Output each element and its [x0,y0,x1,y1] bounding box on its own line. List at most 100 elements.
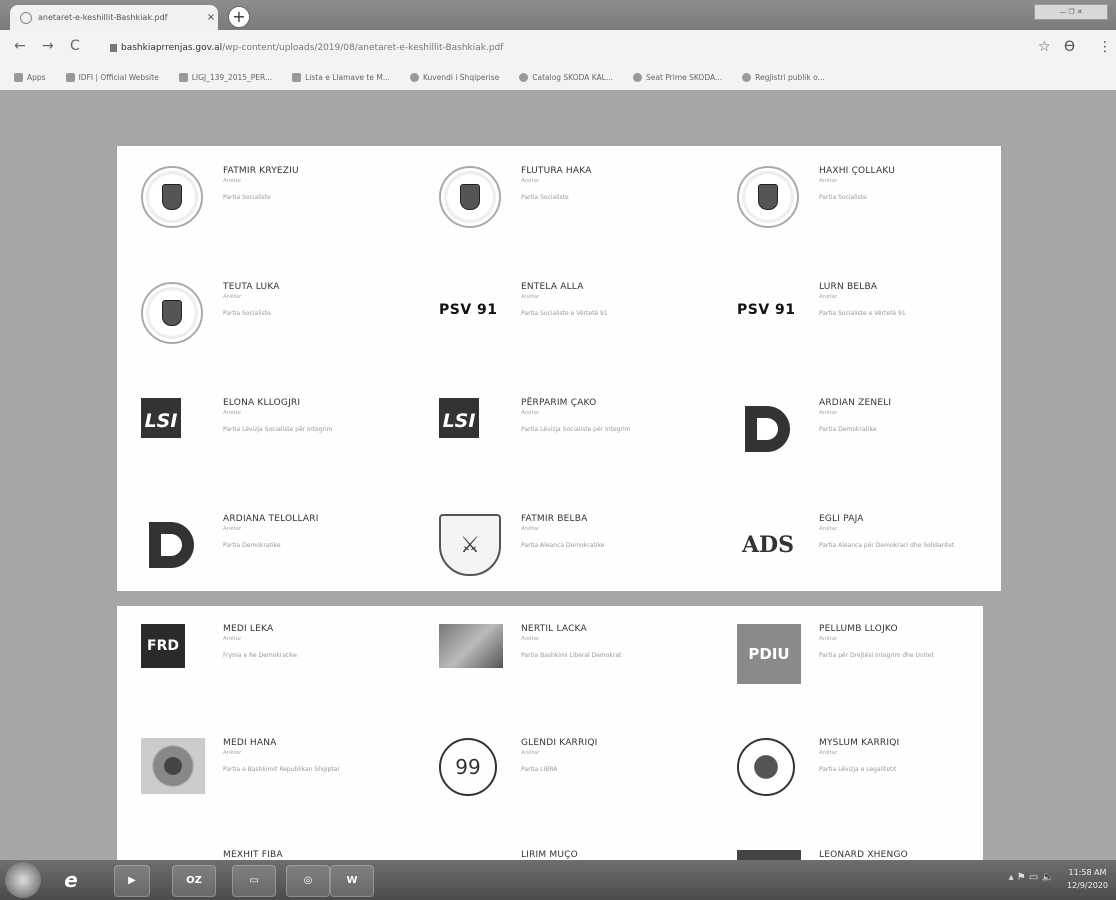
site-icon [519,72,529,82]
document-icon [292,72,302,82]
member-name: NERTIL LACKA [521,624,587,634]
member-name: LIRIM MUÇO [521,850,578,860]
outlook-icon[interactable]: OZ [172,865,216,897]
bookmark-label: Catalog SKODA KAL... [532,72,613,82]
word-icon[interactable]: W [330,865,374,897]
psv91-logo: PSV 91 [439,302,498,318]
internet-explorer-icon[interactable]: e [50,865,92,895]
member-party: Partia Bashkimi Liberal Demokrat [521,652,622,659]
lsi-logo: LSI [141,398,181,438]
party-seal-icon [439,166,501,228]
forward-button[interactable]: → [42,38,54,54]
party-seal-icon [141,282,203,344]
member-name: EGLI PAJA [819,514,864,524]
frd-logo: FRD [141,624,185,668]
member-card: FLUTURA HAKA Anëtar Partia Socialiste [421,166,701,266]
member-name: LURN BELBA [819,282,878,292]
apps-grid-icon [14,72,23,82]
party-seal-icon [141,166,203,228]
member-card: PDIU PELLUMB LLOJKO Anëtar Partia për Dr… [719,624,999,724]
member-name: FATMIR KRYEZIU [223,166,299,176]
member-party: Partia Demokratike [819,426,877,433]
member-role: Anëtar [223,294,242,300]
member-card: MEDI HANA Anëtar Partia e Bashkimit Repu… [123,738,403,838]
party-seal-icon [737,166,799,228]
bookmark-label: Apps [27,72,46,82]
lock-icon [110,43,117,52]
reload-button[interactable]: C [70,38,80,54]
member-role: Anëtar [521,750,540,756]
member-name: MYSLUM KARRIQI [819,738,900,748]
close-tab-icon[interactable]: × [204,12,218,23]
start-button[interactable] [5,862,41,898]
member-name: PËRPARIM ÇAKO [521,398,597,408]
bookmark-ligj[interactable]: LIGJ_139_2015_PER... [178,72,273,82]
member-role: Anëtar [223,178,242,184]
member-role: Anëtar [819,526,838,532]
account-icon[interactable]: ϴ [1064,39,1075,55]
browser-tab[interactable]: anetaret-e-keshillit-Bashkiak.pdf × [10,5,218,30]
ads-logo: ADS [741,532,795,558]
site-icon [410,72,419,82]
system-tray-icons[interactable]: ▴ ⚑ ▭ 🔈 [1009,872,1054,883]
file-explorer-icon[interactable]: ▭ [232,865,276,897]
bookmark-idfi[interactable]: IDFI | Official Website [65,72,159,82]
bookmark-label: LIGJ_139_2015_PER... [191,72,273,82]
pd-logo-icon [149,522,194,568]
bookmark-label: Lista e Llamave te M... [305,72,390,82]
chrome-icon[interactable]: ◎ [286,865,330,897]
member-role: Anëtar [521,526,540,532]
globe-icon [20,11,32,24]
bookmark-seat-skoda[interactable]: Seat Prime SKODA... [633,72,722,82]
clock-date: 12/9/2020 [1066,881,1108,890]
member-card: LSI PËRPARIM ÇAKO Anëtar Partia Lëvizja … [421,398,701,498]
clock[interactable]: 11:58 AM 12/9/2020 [1067,866,1108,892]
bookmark-skoda-catalog[interactable]: Catalog SKODA KAL... [519,72,613,82]
bookmark-label: IDFI | Official Website [78,72,159,82]
tab-title: anetaret-e-keshillit-Bashkiak.pdf [38,13,168,22]
member-card: ARDIAN ZENELI Anëtar Partia Demokratike [719,398,999,498]
member-party: Fryma e Re Demokratike [223,652,297,659]
pdf-page-1: FATMIR KRYEZIU Anëtar Partia Socialiste … [117,146,1001,591]
member-name: PELLUMB LLOJKO [819,624,898,634]
address-bar[interactable]: bashkiaprrenjas.gov.al/wp-content/upload… [110,38,1020,58]
pdf-page-2: FRD MEDI LEKA Anëtar Fryma e Re Demokrat… [117,606,983,866]
member-party: Partia Socialiste [223,194,271,201]
member-role: Anëtar [819,636,838,642]
window-controls[interactable]: — ❐ ✕ [1034,4,1108,20]
bookmark-apps[interactable]: Apps [14,72,46,82]
pdf-viewer[interactable]: FATMIR KRYEZIU Anëtar Partia Socialiste … [0,90,1116,866]
psv91-logo: PSV 91 [737,302,796,318]
site-icon [65,72,75,82]
member-name: MEDI LEKA [223,624,274,634]
member-card: HAXHI ÇOLLAKU Anëtar Partia Socialiste [719,166,999,266]
member-party: Partia Lëvizja Socialiste për Integrim [521,426,631,433]
site-icon [742,72,752,82]
member-role: Anëtar [223,410,242,416]
bookmark-star-icon[interactable]: ☆ [1038,39,1051,55]
shield-bird-logo: ⚔ [439,514,501,576]
url-host: bashkiaprrenjas.gov.al [121,43,223,53]
url-path: /wp-content/uploads/2019/08/anetaret-e-k… [222,43,504,53]
member-card: PSV 91 LURN BELBA Anëtar Partia Socialis… [719,282,999,382]
libra-99-logo: 99 [439,738,497,796]
member-card: ADS EGLI PAJA Anëtar Partia Aleanca për … [719,514,999,614]
media-player-icon[interactable]: ▶ [114,865,150,897]
new-tab-button[interactable]: + [228,6,250,28]
lsi-logo: LSI [439,398,479,438]
member-role: Anëtar [521,410,540,416]
bookmarks-bar: Apps IDFI | Official Website LIGJ_139_20… [0,64,1116,91]
bookmark-regjistri[interactable]: Regjistri publik o... [742,72,825,82]
bookmark-lista[interactable]: Lista e Llamave te M... [292,72,390,82]
member-name: ARDIAN ZENELI [819,398,892,408]
member-party: Partia LIBRA [521,766,558,773]
member-name: TEUTA LUKA [223,282,280,292]
member-card: FATMIR KRYEZIU Anëtar Partia Socialiste [123,166,403,266]
back-button[interactable]: ← [14,38,26,54]
member-card: NERTIL LACKA Anëtar Partia Bashkimi Libe… [421,624,701,724]
member-party: Partia për Drejtësi Integrim dhe Unitet [819,652,934,659]
menu-icon[interactable]: ⋮ [1098,39,1112,55]
bookmark-kuvendi[interactable]: Kuvendi i Shqiperise [410,72,499,82]
member-name: ENTELA ALLA [521,282,584,292]
member-card: PSV 91 ENTELA ALLA Anëtar Partia Sociali… [421,282,701,382]
